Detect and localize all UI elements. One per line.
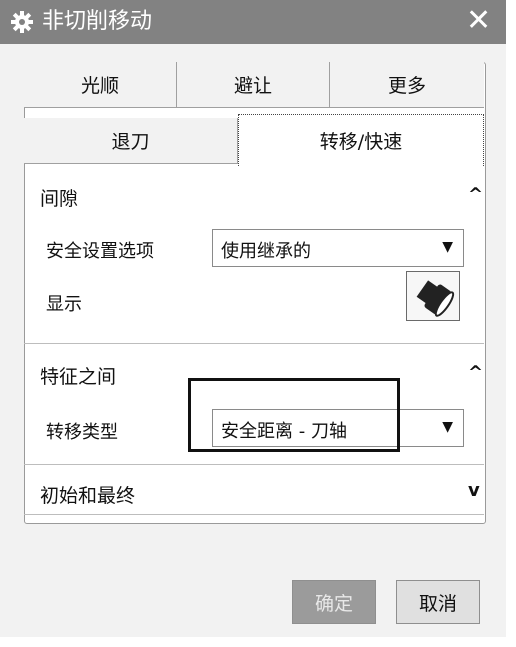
display-label: 显示 bbox=[46, 294, 82, 315]
non-cutting-moves-dialog: 非切削移动 ✕ 光顺 避让 更多 退刀 转移/快速 间隙 ^ 安全设置选项 使用… bbox=[0, 0, 516, 647]
tab-label: 避让 bbox=[233, 75, 272, 97]
safety-setting-value: 使用继承的 bbox=[221, 241, 311, 262]
section-divider bbox=[24, 514, 484, 515]
transfer-type-label: 转移类型 bbox=[46, 422, 118, 443]
dialog-title: 非切削移动 bbox=[42, 9, 153, 34]
flashlight-icon bbox=[416, 280, 455, 317]
section-initial-final-title[interactable]: 初始和最终 bbox=[40, 481, 135, 508]
tab-avoidance[interactable]: 避让 bbox=[177, 62, 330, 108]
window-edge-bottom bbox=[0, 637, 506, 647]
section-clearance-title[interactable]: 间隙 bbox=[40, 184, 78, 211]
tab-label: 光顺 bbox=[80, 75, 119, 97]
chevron-down-icon: ▼ bbox=[442, 419, 453, 435]
tab-label: 退刀 bbox=[111, 131, 150, 153]
gear-icon bbox=[11, 11, 33, 33]
display-button[interactable] bbox=[406, 271, 460, 321]
chevron-down-icon[interactable]: v bbox=[468, 480, 480, 501]
tab-label: 更多 bbox=[387, 75, 426, 97]
tab-retract[interactable]: 退刀 bbox=[24, 118, 238, 164]
chevron-up-icon[interactable]: ^ bbox=[468, 362, 483, 383]
cancel-button[interactable]: 取消 bbox=[396, 580, 480, 624]
title-bar[interactable]: 非切削移动 ✕ bbox=[0, 0, 506, 44]
tab-more[interactable]: 更多 bbox=[330, 62, 484, 108]
tab-transfer-rapid[interactable]: 转移/快速 bbox=[238, 114, 484, 166]
chevron-up-icon[interactable]: ^ bbox=[468, 184, 483, 205]
tab-smoothing[interactable]: 光顺 bbox=[24, 62, 177, 108]
tab-label: 转移/快速 bbox=[319, 131, 403, 153]
highlight-box bbox=[188, 378, 400, 452]
window-edge-right bbox=[506, 0, 516, 647]
section-between-features-title[interactable]: 特征之间 bbox=[40, 362, 116, 389]
close-icon[interactable]: ✕ bbox=[466, 6, 491, 36]
section-divider bbox=[24, 464, 484, 465]
ok-button[interactable]: 确定 bbox=[292, 580, 376, 624]
chevron-down-icon: ▼ bbox=[442, 239, 453, 255]
safety-setting-dropdown[interactable]: 使用继承的 ▼ bbox=[212, 229, 464, 267]
section-divider bbox=[24, 343, 484, 344]
safety-setting-label: 安全设置选项 bbox=[46, 241, 154, 262]
